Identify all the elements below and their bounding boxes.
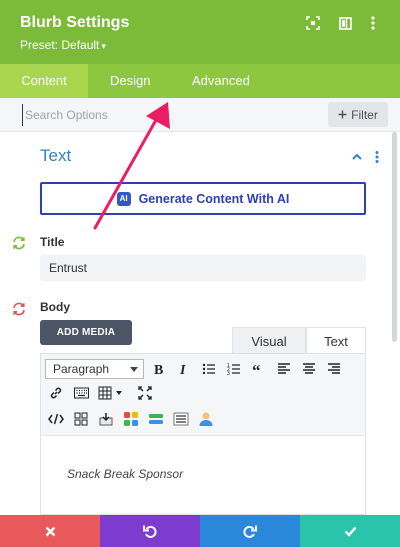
chevron-up-icon[interactable] — [350, 150, 364, 164]
blockquote-icon[interactable]: “ — [249, 359, 269, 379]
editor-toolbar: Paragraph B I 123 “ — [41, 354, 365, 436]
close-button[interactable] — [0, 515, 100, 547]
caret-down-icon: ▾ — [101, 41, 106, 51]
sync-icon-title[interactable] — [11, 235, 27, 251]
title-field-label: Title — [40, 235, 65, 249]
user-icon[interactable] — [196, 409, 216, 429]
layers-icon[interactable] — [146, 409, 166, 429]
filter-button[interactable]: Filter — [328, 102, 388, 127]
sidebar-toggle-icon[interactable] — [336, 14, 354, 32]
plus-icon — [338, 108, 347, 122]
bullet-list-icon[interactable] — [199, 359, 219, 379]
modal-title: Blurb Settings — [20, 14, 130, 31]
close-icon — [45, 526, 55, 536]
fullscreen-icon[interactable] — [135, 383, 155, 403]
redo-button[interactable] — [200, 515, 300, 547]
ai-icon: AI — [116, 191, 131, 206]
numbered-list-icon[interactable]: 123 — [224, 359, 244, 379]
search-input[interactable] — [22, 104, 312, 126]
format-select-value: Paragraph — [53, 362, 110, 376]
svg-text:“: “ — [252, 362, 261, 376]
rich-text-editor: Paragraph B I 123 “ Snack Break Sponsor — [40, 353, 366, 515]
editor-body-text[interactable]: Snack Break Sponsor — [67, 467, 183, 481]
preset-label: Preset: Default — [20, 38, 100, 52]
align-center-icon[interactable] — [299, 359, 319, 379]
select-arrow-icon — [130, 367, 138, 372]
add-media-button[interactable]: ADD MEDIA — [40, 320, 132, 345]
settings-tabs: Content Design Advanced — [0, 64, 400, 98]
check-icon — [344, 526, 356, 537]
save-button[interactable] — [300, 515, 400, 547]
code-icon[interactable] — [46, 409, 66, 429]
keyboard-icon[interactable] — [71, 383, 91, 403]
download-icon[interactable] — [96, 409, 116, 429]
link-icon[interactable] — [46, 383, 66, 403]
section-kebab-icon[interactable] — [372, 150, 382, 164]
svg-text:I: I — [179, 363, 186, 376]
tab-text[interactable]: Text — [306, 327, 366, 354]
preset-selector[interactable]: Preset: Default ▾ — [20, 38, 106, 52]
svg-text:B: B — [154, 363, 163, 376]
title-input[interactable] — [40, 255, 366, 281]
body-field-label: Body — [40, 300, 70, 314]
settings-header: Blurb Settings Preset: Default ▾ — [0, 0, 400, 64]
table-icon[interactable] — [96, 383, 126, 403]
generate-content-label: Generate Content With AI — [138, 191, 290, 206]
divider-icon[interactable] — [171, 409, 191, 429]
generate-content-ai-button[interactable]: AI Generate Content With AI — [40, 182, 366, 215]
tab-content[interactable]: Content — [0, 64, 88, 98]
filter-label: Filter — [351, 107, 378, 122]
undo-icon — [143, 525, 157, 538]
tab-design[interactable]: Design — [110, 64, 150, 98]
focus-icon[interactable] — [304, 14, 322, 32]
tab-advanced[interactable]: Advanced — [192, 64, 250, 98]
modules-icon[interactable] — [121, 409, 141, 429]
undo-button[interactable] — [100, 515, 200, 547]
format-select[interactable]: Paragraph — [45, 359, 144, 379]
svg-text:3: 3 — [227, 371, 230, 376]
bold-icon[interactable]: B — [149, 359, 169, 379]
tab-visual[interactable]: Visual — [232, 327, 306, 354]
italic-icon[interactable]: I — [174, 359, 194, 379]
redo-icon — [243, 525, 257, 538]
footer-actions — [0, 515, 400, 547]
sync-icon-body[interactable] — [11, 301, 27, 317]
kebab-icon[interactable] — [364, 14, 382, 32]
grid-icon[interactable] — [71, 409, 91, 429]
section-title[interactable]: Text — [40, 146, 71, 166]
panel-scrollbar[interactable] — [392, 132, 397, 342]
align-left-icon[interactable] — [274, 359, 294, 379]
align-right-icon[interactable] — [324, 359, 344, 379]
